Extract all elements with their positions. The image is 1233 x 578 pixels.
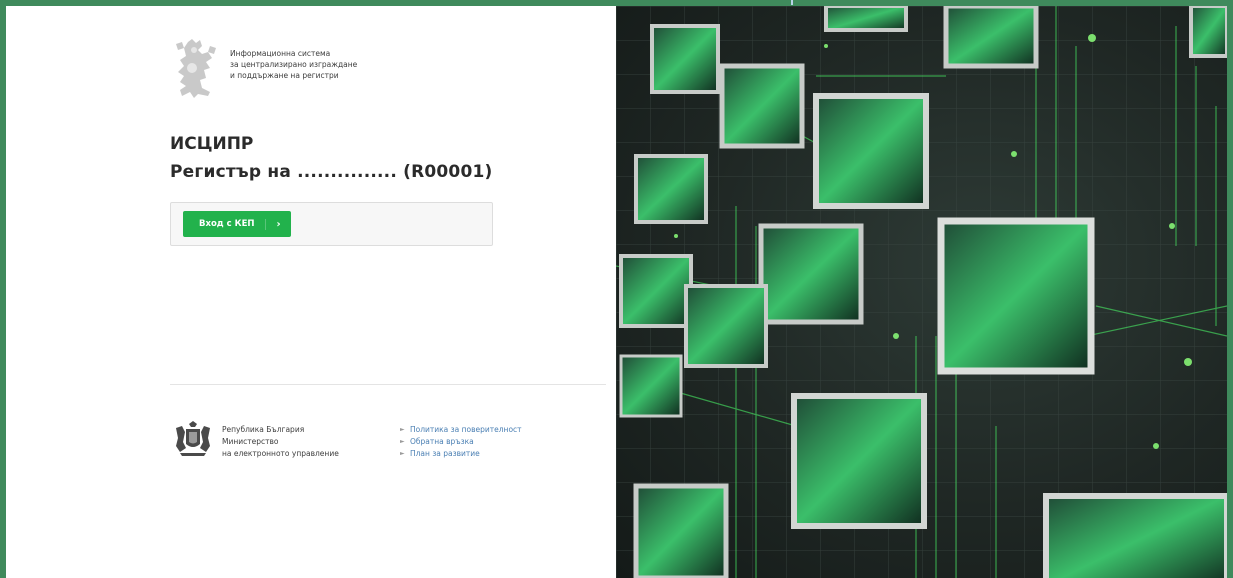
system-logo: Информационна система за централизирано … — [170, 38, 357, 100]
login-panel: Вход с КЕП › — [170, 202, 493, 246]
lion-emblem-icon — [176, 39, 216, 98]
bullet-arrow-icon: ► — [400, 438, 405, 445]
login-kep-button[interactable]: Вход с КЕП › — [183, 211, 291, 237]
chevron-right-icon: › — [265, 218, 291, 230]
bullet-arrow-icon: ► — [400, 450, 405, 457]
coat-of-arms-icon — [176, 421, 210, 456]
register-title: Регистър на ............... (R00001) — [170, 162, 493, 182]
circuit-cubes-illustration — [616, 6, 1227, 578]
footer-link-item: ► План за развитие — [400, 448, 522, 460]
login-kep-button-label: Вход с КЕП — [199, 219, 255, 229]
privacy-policy-link[interactable]: Политика за поверителност — [410, 424, 522, 436]
ministry-line-1: Република България — [222, 425, 305, 434]
system-name-line-2: за централизирано изграждане — [230, 60, 358, 69]
login-pane: Информационна система за централизирано … — [6, 6, 616, 578]
footer-link-item: ► Политика за поверителност — [400, 424, 522, 436]
top-edge-marker — [791, 0, 793, 5]
system-name-line-1: Информационна система — [230, 49, 331, 58]
page-title: ИСЦИПР — [170, 134, 254, 154]
system-name-line-3: и поддържане на регистри — [230, 71, 339, 80]
footer-divider — [170, 384, 606, 385]
hero-image — [616, 6, 1227, 578]
footer-links: ► Политика за поверителност ► Обратна вр… — [400, 424, 522, 460]
footer-link-item: ► Обратна връзка — [400, 436, 522, 448]
development-plan-link[interactable]: План за развитие — [410, 448, 480, 460]
ministry-line-2: Министерство — [222, 437, 279, 446]
ministry-line-3: на електронното управление — [222, 449, 339, 458]
system-name: Информационна система за централизирано … — [230, 48, 357, 81]
feedback-link[interactable]: Обратна връзка — [410, 436, 474, 448]
ministry-name: Република България Министерство на елект… — [222, 424, 339, 460]
bullet-arrow-icon: ► — [400, 426, 405, 433]
